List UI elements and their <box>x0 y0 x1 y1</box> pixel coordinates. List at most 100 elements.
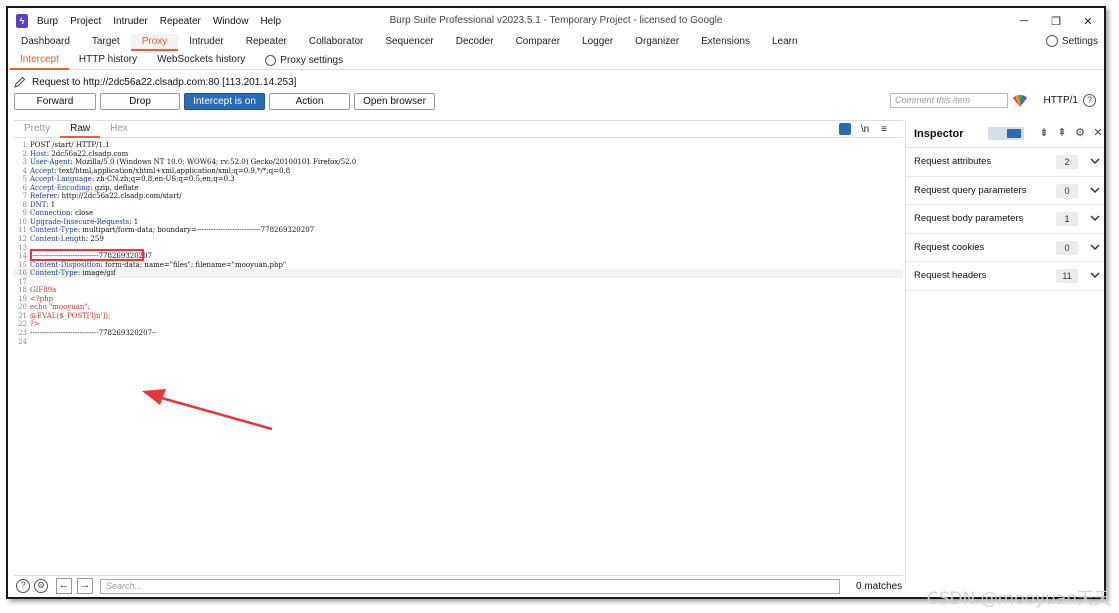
code-line: 22 ?> <box>14 320 903 329</box>
http-version-label[interactable]: HTTP/1 <box>1044 95 1078 106</box>
editor-menu-icon[interactable]: ≡ <box>881 124 887 135</box>
tab-dashboard[interactable]: Dashboard <box>10 34 81 51</box>
gear-icon <box>265 55 277 66</box>
tab-sequencer[interactable]: Sequencer <box>374 34 444 51</box>
menu-item-help[interactable]: Help <box>260 16 281 27</box>
header-value: : 1 <box>46 200 56 209</box>
help-icon[interactable]: ? <box>16 579 30 593</box>
minimize-icon[interactable]: ─ <box>1008 8 1040 34</box>
search-input[interactable]: Search... <box>100 579 840 594</box>
code-line: 19 <?php <box>14 295 903 304</box>
subtab-websockets-history[interactable]: WebSockets history <box>147 52 255 70</box>
line-text: Upgrade-Insecure-Requests: 1 <box>30 218 138 227</box>
expand-icon[interactable]: ⇟ <box>1038 127 1050 140</box>
inspector-section-label: Request body parameters <box>914 213 1024 225</box>
header-value: : zh-CN,zh;q=0.8,en-US;q=0.5,en;q=0.3 <box>91 175 235 184</box>
line-text: Content-Type: image/gif <box>30 269 116 278</box>
header-value: : close <box>70 209 94 218</box>
line-number: 2 <box>22 149 27 158</box>
restore-icon[interactable]: ❐ <box>1040 8 1072 34</box>
code-line: 11 Content-Type: multipart/form-data; bou… <box>14 226 903 235</box>
action-button[interactable]: Action <box>269 93 350 110</box>
settings-button[interactable]: Settings <box>1045 35 1098 47</box>
inspector-section[interactable]: Request headers 11 <box>906 262 1104 291</box>
inspector-section[interactable]: Request body parameters 1 <box>906 205 1104 234</box>
tab-intruder[interactable]: Intruder <box>178 34 234 51</box>
menu-item-project[interactable]: Project <box>70 16 101 27</box>
comment-input[interactable]: Comment this item <box>890 93 1008 108</box>
title-bar: ϟ Burp Project Intruder Repeater Window Help … <box>8 8 1104 34</box>
menu-item-window[interactable]: Window <box>213 16 249 27</box>
forward-button[interactable]: Forward <box>14 93 96 110</box>
chevron-down-icon[interactable] <box>1090 242 1100 252</box>
line-number: 19 <box>18 294 27 303</box>
line-number: 1 <box>22 141 27 149</box>
code-line: 3 User-Agent: Mozilla/5.0 (Windows NT 10.… <box>14 158 903 167</box>
tab-target[interactable]: Target <box>81 34 131 51</box>
code-line: 24 <box>14 338 903 347</box>
newline-toggle[interactable]: \n <box>861 124 869 135</box>
chevron-down-icon[interactable] <box>1090 270 1100 280</box>
tab-logger[interactable]: Logger <box>571 34 624 51</box>
subtab-http-history[interactable]: HTTP history <box>69 52 147 70</box>
tab-decoder[interactable]: Decoder <box>445 34 505 51</box>
editor-tools: \n ≡ <box>838 123 899 135</box>
tab-proxy[interactable]: Proxy <box>130 34 179 51</box>
tab-collaborator[interactable]: Collaborator <box>298 34 374 51</box>
tab-comparer[interactable]: Comparer <box>505 34 571 51</box>
previous-arrow-icon[interactable]: ← <box>56 578 72 594</box>
line-number: 21 <box>18 311 27 320</box>
gear-icon[interactable]: ⚙ <box>1074 127 1086 140</box>
count-badge: 1 <box>1056 212 1078 226</box>
line-text: -----------------------------77826932020… <box>30 329 157 338</box>
close-icon[interactable]: ✕ <box>1072 8 1104 34</box>
code-line: 7 Referer: http://2dc56a22.clsadp.com/sta… <box>14 192 903 201</box>
menu-item-intruder[interactable]: Intruder <box>113 16 147 27</box>
pencil-icon[interactable] <box>14 76 26 88</box>
tab-organizer[interactable]: Organizer <box>624 34 690 51</box>
next-arrow-icon[interactable]: → <box>77 578 93 594</box>
inspector-section[interactable]: Request cookies 0 <box>906 234 1104 262</box>
layout-toggle-icon[interactable] <box>988 127 1024 140</box>
code-line: 6 Accept-Encoding: gzip, deflate <box>14 184 903 193</box>
line-text: Connection: close <box>30 209 93 218</box>
line-number: 3 <box>22 158 27 167</box>
editor-tab-hex[interactable]: Hex <box>100 121 138 138</box>
word-wrap-icon[interactable] <box>838 123 851 135</box>
editor-tab-raw[interactable]: Raw <box>60 121 101 138</box>
line-text: ?> <box>30 320 40 329</box>
tab-extensions[interactable]: Extensions <box>690 34 761 51</box>
annotation-box <box>30 249 144 261</box>
menu-item-burp[interactable]: Burp <box>37 16 58 27</box>
request-body[interactable]: 1 POST /start/ HTTP/1.1 2 Host: 2dc56a22.cl… <box>14 141 903 570</box>
header-name: Content-Disposition <box>30 260 101 269</box>
menu-item-repeater[interactable]: Repeater <box>160 16 201 27</box>
chevron-down-icon[interactable] <box>1090 156 1100 166</box>
annotation-arrow-icon <box>142 389 273 431</box>
inspector-section[interactable]: Request attributes 2 <box>906 148 1104 177</box>
gear-icon[interactable]: ⚙ <box>34 579 48 593</box>
menu-bar: Burp Project Intruder Repeater Window Help <box>37 16 293 27</box>
main-tabs: Dashboard Target Proxy Intruder Repeater Coll… <box>8 34 1104 51</box>
subtab-intercept[interactable]: Intercept <box>10 52 69 70</box>
code-line: 12 Content-Length: 259 <box>14 235 903 244</box>
count-badge: 11 <box>1056 269 1078 283</box>
proxy-settings-button[interactable]: Proxy settings <box>265 55 343 66</box>
header-name: Accept-Language <box>30 175 92 184</box>
chevron-down-icon[interactable] <box>1090 185 1100 195</box>
inspector-section[interactable]: Request query parameters 0 <box>906 177 1104 205</box>
tab-repeater[interactable]: Repeater <box>235 34 298 51</box>
chevron-down-icon[interactable] <box>1090 213 1100 223</box>
tab-learn[interactable]: Learn <box>761 34 809 51</box>
code-line: 13 <box>14 244 903 253</box>
editor-tab-pretty[interactable]: Pretty <box>14 121 60 138</box>
close-icon[interactable]: ✕ <box>1092 127 1104 140</box>
highlight-color-icon[interactable] <box>1012 94 1028 108</box>
burp-window: ϟ Burp Project Intruder Repeater Window Help … <box>6 6 1106 599</box>
open-browser-button[interactable]: Open browser <box>354 93 435 110</box>
help-icon[interactable]: ? <box>1083 94 1096 107</box>
drop-button[interactable]: Drop <box>100 93 180 110</box>
intercept-toggle-button[interactable]: Intercept is on <box>184 93 265 110</box>
collapse-icon[interactable]: ⇞ <box>1056 127 1068 140</box>
gear-icon <box>1045 35 1058 47</box>
